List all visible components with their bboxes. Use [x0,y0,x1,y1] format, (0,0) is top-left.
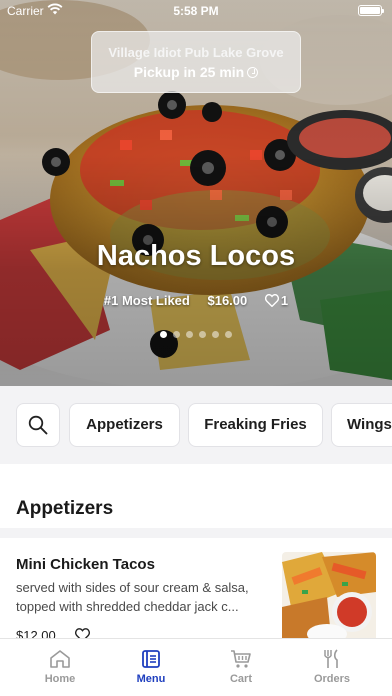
restaurant-location: Village Idiot Pub Lake Grove [108,45,284,60]
status-bar: Carrier 5:58 PM [0,0,392,22]
cart-icon [231,650,251,668]
tab-menu[interactable]: Menu [106,639,196,696]
home-icon [50,650,70,668]
like-button[interactable]: 1 [264,293,289,308]
carousel-dot[interactable] [186,331,193,338]
category-appetizers[interactable]: Appetizers [69,403,180,447]
fork-knife-icon [324,649,338,668]
tab-home[interactable]: Home [15,639,105,696]
item-name[interactable]: Mini Chicken Tacos [16,556,155,573]
search-button[interactable] [16,403,60,447]
category-freaking-fries[interactable]: Freaking Fries [188,403,323,447]
pickup-eta: Pickup in 25 min [92,64,300,80]
carousel-dot[interactable] [212,331,219,338]
app-screen: Nachos Locos #1 Most Liked $16.00 1 Carr… [0,0,392,696]
battery-icon [358,5,384,16]
carousel-dot[interactable] [199,331,206,338]
tab-home-label: Home [44,673,76,685]
carousel-dot[interactable] [173,331,180,338]
search-icon [28,415,48,435]
heart-icon [264,294,279,307]
section-title: Appetizers [16,498,114,519]
status-time: 5:58 PM [173,4,219,18]
tab-orders-label: Orders [313,673,351,685]
hero-meta: #1 Most Liked $16.00 1 [0,293,392,308]
item-thumbnail [282,552,376,646]
pickup-eta-text: Pickup in 25 min [133,64,245,80]
tab-bar: Home Menu Cart Orders [0,638,392,696]
hero-title: Nachos Locos [96,240,296,272]
carousel-dot[interactable] [160,331,167,338]
carousel-dots[interactable] [0,331,392,338]
tab-cart[interactable]: Cart [196,639,286,696]
clock-icon [247,67,259,78]
menu-book-icon [142,650,160,668]
tab-cart-label: Cart [229,673,252,685]
carousel-dot[interactable] [225,331,232,338]
category-bar[interactable]: Appetizers Freaking Fries Wings [0,386,392,464]
most-liked-badge: #1 Most Liked [103,293,190,308]
tab-menu-label: Menu [136,673,166,685]
item-description: served with sides of sour cream & salsa,… [16,580,249,614]
like-count: 1 [280,293,289,308]
section-divider [0,528,392,538]
category-wings[interactable]: Wings [331,403,392,447]
hero-price: $16.00 [207,293,248,308]
tab-orders[interactable]: Orders [287,639,377,696]
pickup-card[interactable]: Village Idiot Pub Lake Grove Pickup in 2… [91,31,301,93]
